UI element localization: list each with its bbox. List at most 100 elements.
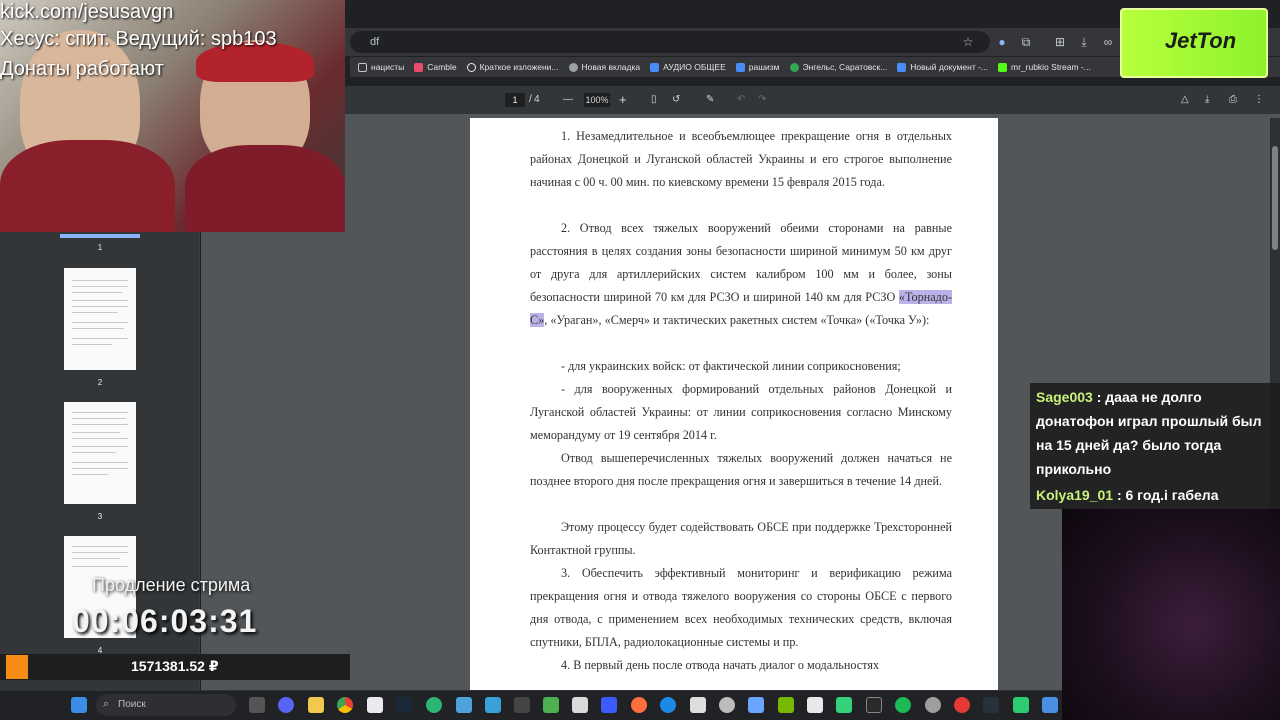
bookmark-new-doc[interactable]: Новый документ -...	[897, 62, 988, 72]
app-icon[interactable]	[456, 697, 472, 713]
paragraph-1: 1. Незамедлительное и всеобъемлющее прек…	[530, 129, 952, 189]
chat-message: Sage003 : дааа не долго донатофон играл …	[1036, 385, 1280, 481]
bookmark-kick-stream[interactable]: mr_rubkio Stream -...	[998, 62, 1091, 72]
stream-host-text: Хесус: спит. Ведущий: spb1	[0, 28, 255, 50]
app-icon[interactable]	[836, 697, 852, 713]
app-icon[interactable]	[660, 697, 676, 713]
page-number-input[interactable]: 1	[505, 93, 525, 107]
chat-username: Sage003	[1036, 389, 1093, 405]
page-separator: /	[529, 94, 532, 105]
minecraft-icon[interactable]	[543, 697, 559, 713]
redo-icon[interactable]: ↷	[758, 93, 766, 107]
bookmark-summary[interactable]: Краткое изложени...	[466, 62, 559, 72]
paragraph-6: Этому процессу будет содействовать ОБСЕ …	[530, 520, 952, 557]
app-icon[interactable]	[572, 697, 588, 713]
paragraph-5: Отвод вышеперечисленных тяжелых вооружен…	[530, 451, 952, 488]
extensions-puzzle-icon[interactable]: ⧉	[1018, 34, 1034, 50]
print-icon[interactable]: ⎙	[1229, 93, 1237, 107]
scrollbar-thumb[interactable]	[1272, 146, 1278, 250]
search-placeholder: Поиск	[118, 699, 146, 710]
chat-username: Kolya19_01	[1036, 487, 1114, 503]
docs-icon	[897, 62, 907, 72]
stream-extend-label: Продление стрима	[92, 575, 251, 595]
bookmark-new-tab[interactable]: Новая вкладка	[568, 62, 641, 72]
save-drive-icon[interactable]: △	[1181, 93, 1189, 107]
app-icon[interactable]	[866, 697, 882, 713]
more-menu-icon[interactable]: ⋮	[1254, 93, 1264, 107]
camble-icon	[414, 62, 424, 72]
taskbar-search[interactable]: Поиск	[96, 694, 236, 716]
annotate-icon[interactable]: ✎	[706, 93, 714, 107]
stream-host-tail: 03	[254, 28, 277, 50]
kick-icon	[998, 62, 1007, 72]
windows-start-icon[interactable]	[71, 697, 87, 713]
fit-page-icon[interactable]: ▯	[651, 93, 657, 107]
app-icon[interactable]	[690, 697, 706, 713]
rotate-icon[interactable]: ↺	[672, 93, 680, 107]
translate-icon[interactable]: ⊞	[1052, 34, 1068, 50]
openai-icon	[466, 62, 476, 72]
pdf-toolbar	[345, 86, 1280, 114]
address-bar[interactable]: df	[350, 31, 990, 53]
app-icon[interactable]	[983, 697, 999, 713]
bookmark-label: рашизм	[748, 62, 780, 72]
discord-icon[interactable]	[278, 697, 294, 713]
total-pages: 4	[534, 94, 540, 105]
bookmark-rashizm[interactable]: рашизм	[735, 62, 780, 72]
undo-icon[interactable]: ↶	[737, 93, 745, 107]
search-icon: ⌕	[103, 698, 110, 710]
bookmark-label: Энгельс, Саратовск...	[802, 62, 888, 72]
streamer-shirt-left	[0, 140, 175, 232]
bookmark-label: mr_rubkio Stream -...	[1011, 62, 1091, 72]
bookmark-engels[interactable]: Энгельс, Саратовск...	[789, 62, 888, 72]
extension-icon[interactable]: ●	[994, 34, 1010, 50]
paragraph-7: 3. Обеспечить эффективный мониторинг и в…	[530, 566, 952, 649]
xbox-icon[interactable]	[895, 697, 911, 713]
thumbnail-1-selection[interactable]	[60, 234, 140, 238]
bookmark-label: нацисты	[371, 62, 405, 72]
steam-icon[interactable]	[396, 697, 412, 713]
bookmark-label: Camble	[427, 62, 457, 72]
app-icon[interactable]	[485, 697, 501, 713]
app-icon[interactable]	[426, 697, 442, 713]
bookmark-folder-nazi[interactable]: нацисты	[358, 62, 404, 72]
chat-message: Kolya19_01 : 6 год.і габела	[1036, 483, 1280, 507]
zoom-out-icon[interactable]: —	[563, 93, 573, 107]
thumbnail-page-3[interactable]	[64, 402, 136, 504]
stream-status-line: Хесус: спит. Ведущий: spb103	[0, 27, 277, 52]
app-icon[interactable]	[601, 697, 617, 713]
file-explorer-icon[interactable]	[308, 697, 324, 713]
app-icon[interactable]	[1042, 697, 1058, 713]
nvidia-icon[interactable]	[778, 697, 794, 713]
donations-status: Донаты работают	[0, 58, 164, 80]
thumbnail-page-2[interactable]	[64, 268, 136, 370]
zoom-in-icon[interactable]: +	[619, 93, 627, 107]
app-icon[interactable]	[748, 697, 764, 713]
download-icon[interactable]: ⤓	[1076, 34, 1092, 50]
globe-icon	[568, 62, 578, 72]
link-icon[interactable]: ∞	[1100, 34, 1116, 50]
thumbnail-number: 2	[97, 378, 103, 387]
terminal-icon[interactable]	[514, 697, 530, 713]
bookmark-audio[interactable]: АУДИО ОБЩЕЕ	[650, 62, 726, 72]
download-icon[interactable]: ⤓	[1205, 93, 1209, 107]
jetton-logo-text: JetTon	[1164, 28, 1237, 53]
app-icon[interactable]	[1013, 697, 1029, 713]
notepad-icon[interactable]	[367, 697, 383, 713]
bookmark-label: Новая вкладка	[581, 62, 641, 72]
stream-timer: 00:06:03:31	[72, 603, 258, 639]
bookmark-camble[interactable]: Camble	[414, 62, 457, 72]
app-icon[interactable]	[807, 697, 823, 713]
task-view-icon[interactable]	[249, 697, 265, 713]
chrome-icon[interactable]	[337, 697, 353, 713]
obs-icon[interactable]	[954, 697, 970, 713]
docs-icon	[650, 62, 660, 72]
settings-icon[interactable]	[925, 697, 941, 713]
maps-pin-icon	[789, 62, 799, 72]
address-bar-text: df	[370, 36, 380, 48]
bookmark-star-icon[interactable]: ☆	[960, 34, 976, 50]
secondary-camera	[1062, 509, 1280, 720]
zoom-level[interactable]: 100%	[584, 93, 610, 107]
app-icon[interactable]	[631, 697, 647, 713]
chatgpt-icon[interactable]	[719, 697, 735, 713]
